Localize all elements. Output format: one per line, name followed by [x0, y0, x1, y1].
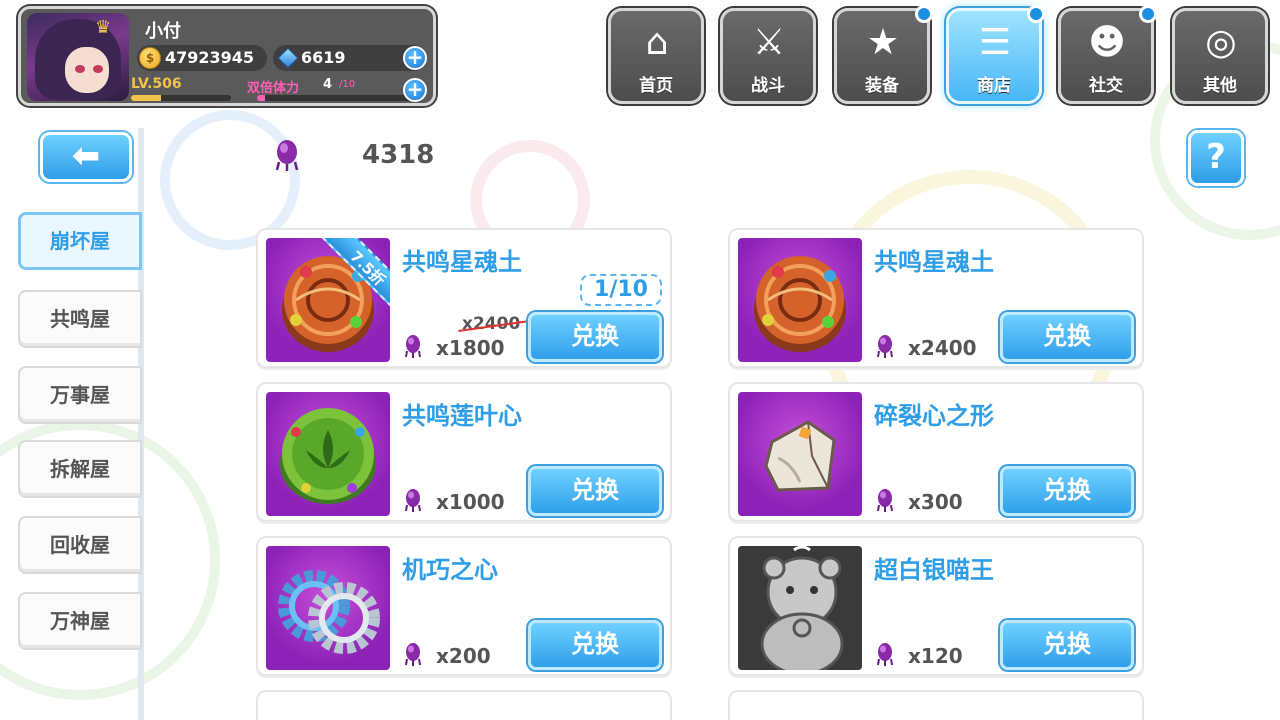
- item-card: 机巧之心 x200 兑换: [256, 536, 672, 676]
- gear-heart-icon[interactable]: [266, 546, 390, 670]
- item-card-partial: [728, 690, 1144, 720]
- crown-icon: ♛: [95, 17, 112, 38]
- sidebar-tab-0[interactable]: 崩坏屋: [18, 212, 142, 270]
- social-icon: ☻: [1088, 22, 1126, 63]
- currency-amount: 4318: [362, 140, 435, 170]
- gem-icon: [277, 47, 299, 69]
- home-icon: ⌂: [645, 22, 669, 63]
- stamina-label: 双倍体力: [247, 81, 300, 96]
- sidebar-tab-5[interactable]: 万神屋: [18, 592, 142, 650]
- sidebar-tab-1[interactable]: 共鸣屋: [18, 290, 142, 348]
- player-name: 小付: [145, 21, 181, 42]
- lotus-heart-icon[interactable]: [266, 392, 390, 516]
- item-name: 碎裂心之形: [874, 402, 994, 430]
- gold-coin-icon: $: [139, 47, 161, 69]
- shop-basket-icon: ☰: [978, 22, 1012, 63]
- item-name: 超白银喵王: [874, 556, 994, 584]
- add-stamina-button[interactable]: +: [403, 78, 427, 102]
- stamina-bar: [257, 95, 417, 101]
- broken-heart-shape-icon[interactable]: [738, 392, 862, 516]
- item-card: 碎裂心之形 x300 兑换: [728, 382, 1144, 522]
- purple-crystal-icon: [405, 489, 421, 512]
- xp-bar: [131, 95, 231, 101]
- item-name: 共鸣星魂土: [874, 248, 994, 276]
- sidebar-tab-2[interactable]: 万事屋: [18, 366, 142, 424]
- item-name: 共鸣莲叶心: [402, 402, 522, 430]
- other-icon: ◎: [1205, 22, 1237, 63]
- stamina-max: /10: [339, 79, 356, 90]
- exchange-button[interactable]: 兑换: [1000, 620, 1134, 670]
- item-price: x1000: [436, 490, 505, 514]
- exchange-button[interactable]: 兑换: [528, 466, 662, 516]
- item-card: 超白银喵王 x120 兑换: [728, 536, 1144, 676]
- avatar[interactable]: ♛: [27, 13, 129, 101]
- nav-label: 其他: [1203, 76, 1237, 96]
- item-price: x300: [908, 490, 963, 514]
- gold-amount: 47923945: [165, 48, 255, 67]
- item-price: x120: [908, 644, 963, 668]
- gold-display: $ 47923945: [137, 45, 267, 71]
- nav-button-5[interactable]: ◎ 其他: [1172, 8, 1268, 104]
- notification-dot: [1027, 5, 1045, 23]
- item-card-partial: [256, 690, 672, 720]
- exchange-button[interactable]: 兑换: [1000, 466, 1134, 516]
- item-card: 7.5折 共鸣星魂土 1/10 x2400 x1800 兑换: [256, 228, 672, 368]
- notification-dot: [1139, 5, 1157, 23]
- help-button[interactable]: ?: [1188, 130, 1244, 186]
- star-soil-icon[interactable]: [738, 238, 862, 362]
- purple-crystal-icon: [405, 335, 421, 358]
- stamina-value: 4: [323, 77, 333, 92]
- original-price: x2400: [462, 314, 521, 334]
- nav-label: 社交: [1089, 76, 1123, 96]
- purple-crystal-icon: [877, 489, 893, 512]
- sidebar-tab-4[interactable]: 回收屋: [18, 516, 142, 574]
- equipment-icon: ★: [866, 22, 900, 63]
- item-price: x200: [436, 644, 491, 668]
- purchase-limit-badge: 1/10: [580, 274, 662, 306]
- back-button[interactable]: ⬅: [40, 132, 132, 182]
- nav-button-0[interactable]: ⌂ 首页: [608, 8, 704, 104]
- battle-icon: ⚔: [752, 22, 786, 63]
- nav-label: 首页: [639, 76, 673, 96]
- exchange-button[interactable]: 兑换: [528, 312, 662, 362]
- add-gems-button[interactable]: +: [403, 46, 427, 70]
- star-soil-icon[interactable]: 7.5折: [266, 238, 390, 362]
- purple-crystal-icon: [405, 643, 421, 666]
- player-level: LV.506: [131, 76, 182, 92]
- purple-crystal-icon: [275, 140, 299, 171]
- nav-button-4[interactable]: ☻ 社交: [1058, 5, 1157, 104]
- question-mark-icon: ?: [1206, 137, 1226, 177]
- nav-button-1[interactable]: ⚔ 战斗: [720, 8, 816, 104]
- silver-cat-king-icon[interactable]: [738, 546, 862, 670]
- nav-button-2[interactable]: ★ 装备: [834, 5, 933, 104]
- notification-dot: [915, 5, 933, 23]
- purple-crystal-icon: [877, 335, 893, 358]
- nav-label: 装备: [865, 76, 899, 96]
- purple-crystal-icon: [877, 643, 893, 666]
- nav-label: 战斗: [751, 76, 785, 96]
- nav-label: 商店: [977, 76, 1011, 96]
- item-price: x2400: [908, 336, 977, 360]
- item-name: 机巧之心: [402, 556, 498, 584]
- gem-amount: 6619: [301, 48, 346, 67]
- item-name: 共鸣星魂土: [402, 248, 522, 276]
- player-info-panel: ♛ 小付 $ 47923945 6619 + LV.506 双倍体力 4 /10…: [18, 6, 436, 106]
- nav-button-3[interactable]: ☰ 商店: [946, 5, 1045, 104]
- exchange-button[interactable]: 兑换: [528, 620, 662, 670]
- exchange-button[interactable]: 兑换: [1000, 312, 1134, 362]
- back-arrow-icon: ⬅: [71, 136, 101, 176]
- item-card: 共鸣莲叶心 x1000 兑换: [256, 382, 672, 522]
- item-price: x1800: [436, 336, 505, 360]
- sidebar-tab-3[interactable]: 拆解屋: [18, 440, 142, 498]
- item-card: 共鸣星魂土 x2400 兑换: [728, 228, 1144, 368]
